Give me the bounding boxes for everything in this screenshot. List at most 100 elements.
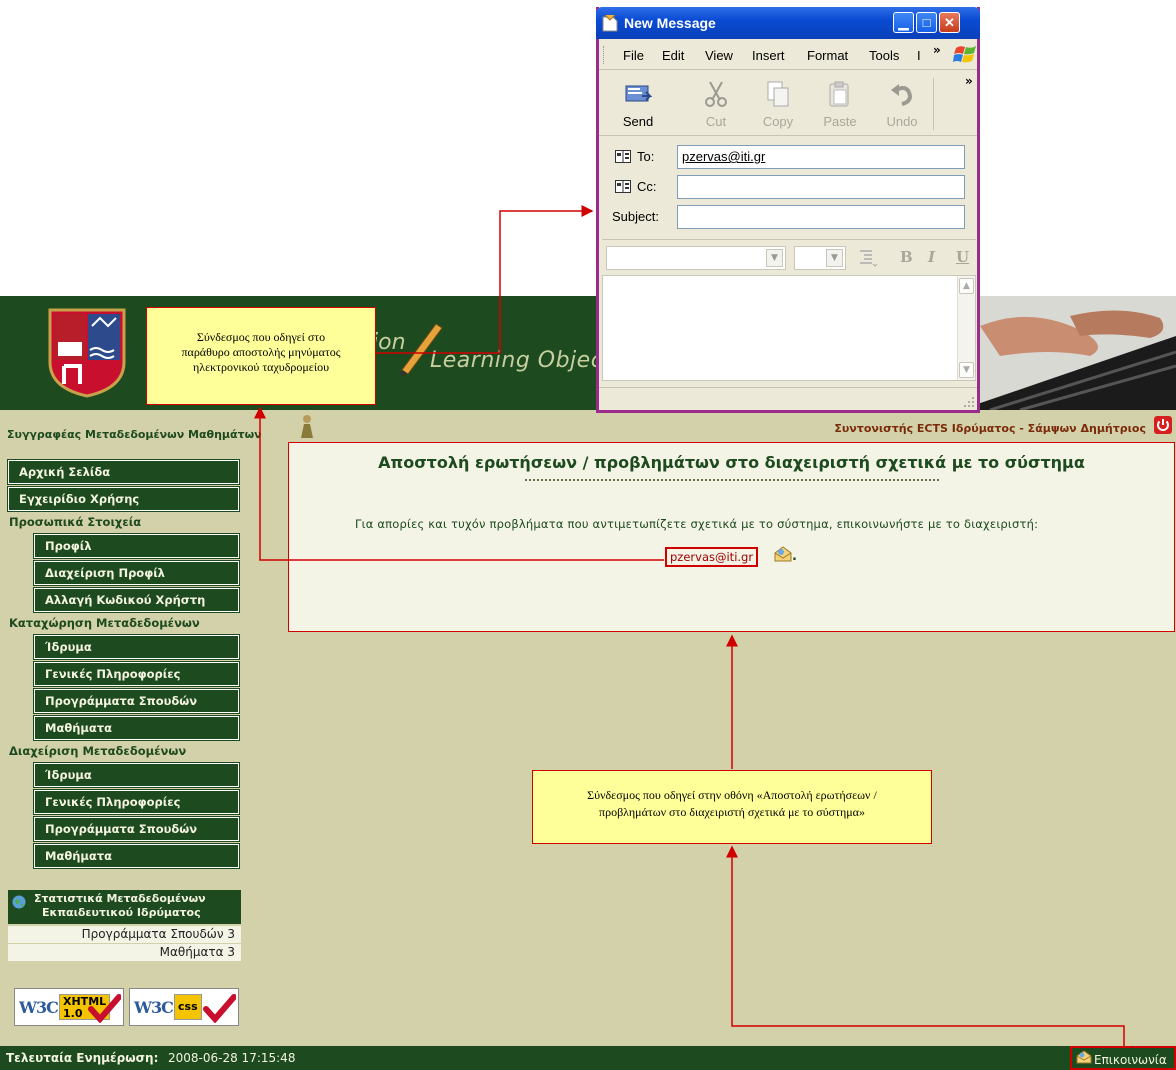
subject-label: Subject: xyxy=(612,209,659,224)
admin-email-link[interactable]: pzervas@iti.gr xyxy=(665,547,759,567)
cut-icon xyxy=(705,81,727,107)
menu-format[interactable]: Format xyxy=(807,48,848,63)
w3c-text: W3C xyxy=(19,998,59,1017)
nav-profile[interactable]: Προφίλ xyxy=(33,533,240,559)
nav-profile-management[interactable]: Διαχείριση Προφίλ xyxy=(33,560,240,586)
menu-edit[interactable]: Edit xyxy=(662,48,684,63)
logout-power-icon[interactable] xyxy=(1154,416,1172,434)
nav-man-general-info[interactable]: Γενικές Πληροφορίες xyxy=(33,789,240,815)
menu-insert[interactable]: Insert xyxy=(752,48,785,63)
nav-reg-courses[interactable]: Μαθήματα xyxy=(33,715,240,741)
author-figure-icon xyxy=(301,415,313,438)
scroll-down-arrow-icon[interactable]: ▼ xyxy=(959,362,974,378)
resize-grip-icon[interactable] xyxy=(963,396,975,408)
nav-man-institution[interactable]: Ίδρυμα xyxy=(33,762,240,788)
callout-line: παράθυρο αποστολής μηνύματος xyxy=(181,345,341,359)
status-bar xyxy=(599,387,977,410)
callout-line: Σύνδεσμος που οδηγεί στο xyxy=(196,330,326,344)
nav-reg-study-programs[interactable]: Προγράμματα Σπουδών xyxy=(33,688,240,714)
copy-label: Copy xyxy=(762,114,794,129)
email-icon xyxy=(1076,1050,1092,1064)
email-icon[interactable] xyxy=(773,545,793,563)
font-size-select[interactable]: ▼ xyxy=(794,246,846,270)
user-info-bar: Συγγραφέας Μεταδεδομένων Μαθημάτων Συντο… xyxy=(0,410,1176,441)
new-message-icon xyxy=(602,14,618,32)
copy-button[interactable]: Copy xyxy=(753,76,803,132)
contact-instructions-text: Για απορίες και τυχόν προβλήματα που αντ… xyxy=(355,517,1039,531)
paste-label: Paste xyxy=(823,114,857,129)
page-title: Αποστολή ερωτήσεων / προβλημάτων στο δια… xyxy=(378,453,1085,472)
toolbar-more-chevron[interactable]: » xyxy=(965,74,973,88)
copy-icon xyxy=(767,81,789,107)
nav-home[interactable]: Αρχική Σελίδα xyxy=(7,459,240,485)
content-panel: Αποστολή ερωτήσεων / προβλημάτων στο δια… xyxy=(288,442,1175,632)
paste-button[interactable]: Paste xyxy=(815,76,865,132)
body-scrollbar[interactable]: ▲ ▼ xyxy=(957,276,975,380)
message-toolbar: Send Cut Copy Paste Undo » xyxy=(599,70,977,136)
address-book-icon[interactable] xyxy=(615,150,631,163)
underline-button[interactable]: U xyxy=(956,248,969,266)
bold-button[interactable]: B xyxy=(900,248,913,266)
window-title: New Message xyxy=(624,15,716,31)
cc-field[interactable] xyxy=(677,175,965,199)
to-field[interactable]: pzervas@iti.gr xyxy=(677,145,965,169)
cc-label: Cc: xyxy=(637,179,657,194)
css-label: css xyxy=(174,994,202,1020)
menu-truncated-item[interactable]: I xyxy=(917,48,921,63)
formatting-toolbar: ▼ ▼ B I U xyxy=(602,239,976,273)
menu-bar: File Edit View Insert Format Tools I » xyxy=(599,40,977,70)
scroll-up-arrow-icon[interactable]: ▲ xyxy=(959,278,974,294)
w3c-text: W3C xyxy=(134,998,174,1017)
footer-bar: Τελευταία Ενημέρωση: 2008-06-28 17:15:48… xyxy=(0,1046,1176,1070)
close-button[interactable]: ✕ xyxy=(939,12,960,33)
send-icon xyxy=(625,85,652,102)
window-titlebar[interactable]: New Message ▁ □ ✕ xyxy=(596,7,980,39)
coordinator-name-label: Συντονιστής ECTS Ιδρύματος - Σάμψων Δημή… xyxy=(834,422,1146,435)
web-application: ion Learning Objec Συγγραφέας Μεταδεδομέ… xyxy=(0,296,1176,1070)
nav-man-courses[interactable]: Μαθήματα xyxy=(33,843,240,869)
undo-label: Undo xyxy=(886,114,918,129)
maximize-button[interactable]: □ xyxy=(916,12,937,33)
w3c-xhtml-badge[interactable]: W3C XHTML 1.0 xyxy=(14,988,124,1026)
to-label: To: xyxy=(637,149,655,164)
italic-button[interactable]: I xyxy=(928,248,935,266)
callout-line: Σύνδεσμος που οδηγεί στην οθόνη «Αποστολ… xyxy=(587,788,877,802)
subject-field[interactable] xyxy=(677,205,965,229)
paragraph-style-icon[interactable] xyxy=(858,248,878,268)
menu-file[interactable]: File xyxy=(623,48,644,63)
menu-tools[interactable]: Tools xyxy=(869,48,899,63)
undo-button[interactable]: Undo xyxy=(877,76,927,132)
font-name-select[interactable]: ▼ xyxy=(606,246,786,270)
nav-reg-general-info[interactable]: Γενικές Πληροφορίες xyxy=(33,661,240,687)
nav-man-study-programs[interactable]: Προγράμματα Σπουδών xyxy=(33,816,240,842)
new-message-window: New Message ▁ □ ✕ File Edit View Insert … xyxy=(596,7,980,413)
chevron-down-icon: ▼ xyxy=(766,249,783,267)
menu-grip-handle[interactable] xyxy=(603,46,606,64)
address-book-icon[interactable] xyxy=(615,180,631,193)
nav-user-manual[interactable]: Εγχειρίδιο Χρήσης xyxy=(7,486,240,512)
callout-line: ηλεκτρονικού ταχυδρομείου xyxy=(192,360,330,374)
statistics-header: Στατιστικά Μεταδεδομένων Εκπαιδευτικού Ι… xyxy=(8,890,241,924)
w3c-css-badge[interactable]: W3C css xyxy=(129,988,239,1026)
paste-icon xyxy=(829,81,849,107)
nav-section-registration: Καταχώρηση Μεταδεδομένων xyxy=(9,616,200,630)
nav-section-management: Διαχείριση Μεταδεδομένων xyxy=(9,744,187,758)
minimize-button[interactable]: ▁ xyxy=(893,12,914,33)
xhtml-version: 1.0 xyxy=(63,1007,83,1020)
checkmark-icon xyxy=(203,994,236,1023)
stats-title-line1: Στατιστικά Μεταδεδομένων xyxy=(34,892,206,905)
menu-more-chevron[interactable]: » xyxy=(933,43,941,57)
globe-icon xyxy=(12,895,26,909)
cut-button[interactable]: Cut xyxy=(691,76,741,132)
contact-link[interactable]: Επικοινωνία xyxy=(1070,1046,1176,1070)
author-role-label: Συγγραφέας Μεταδεδομένων Μαθημάτων xyxy=(7,428,262,441)
message-body-editor[interactable]: ▲ ▼ xyxy=(602,275,976,381)
email-link-callout: Σύνδεσμος που οδηγεί στο παράθυρο αποστο… xyxy=(146,307,376,405)
stats-row-programs: Προγράμματα Σπουδών 3 xyxy=(8,926,241,943)
university-crest-logo xyxy=(48,308,126,398)
last-update-value: 2008-06-28 17:15:48 xyxy=(168,1051,296,1065)
nav-change-password[interactable]: Αλλαγή Κωδικού Χρήστη xyxy=(33,587,240,613)
nav-reg-institution[interactable]: Ίδρυμα xyxy=(33,634,240,660)
menu-view[interactable]: View xyxy=(705,48,733,63)
send-button[interactable]: Send xyxy=(613,76,663,132)
